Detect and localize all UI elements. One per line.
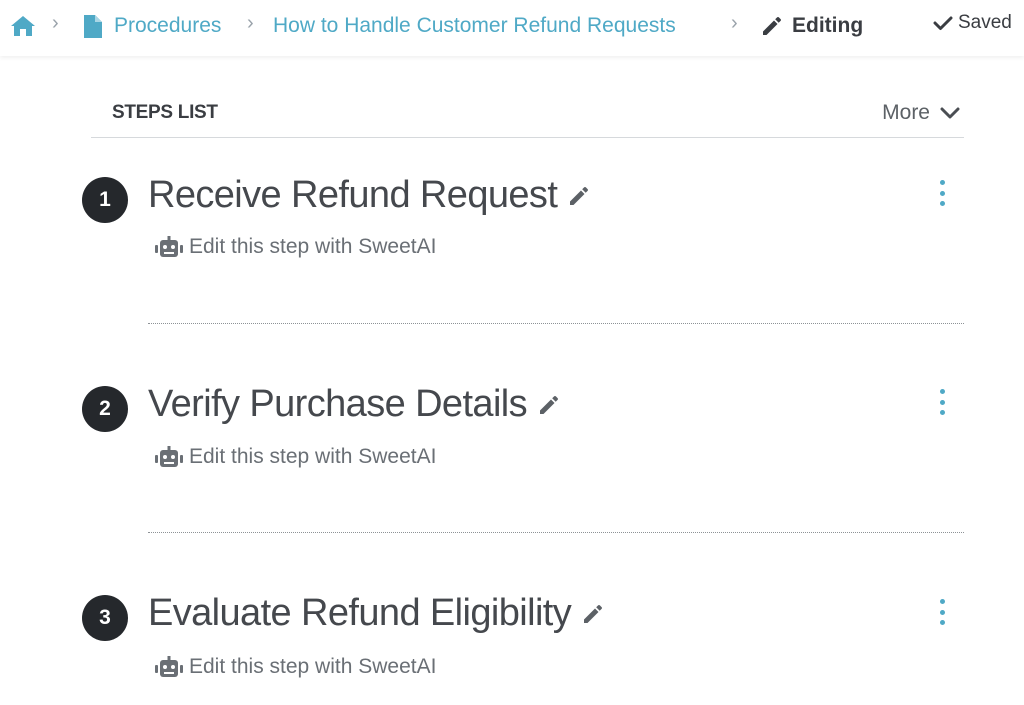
steps-list-title: STEPS LIST bbox=[112, 102, 218, 123]
saved-label: Saved bbox=[958, 12, 1012, 33]
pencil-icon bbox=[763, 17, 781, 35]
home-link[interactable] bbox=[10, 11, 36, 41]
edit-with-sweetai-label: Edit this step with SweetAI bbox=[189, 445, 437, 468]
steps-list-header: STEPS LIST More bbox=[91, 88, 964, 138]
edit-with-sweetai-link[interactable]: Edit this step with SweetAI bbox=[155, 235, 436, 259]
document-icon bbox=[84, 14, 102, 38]
top-bar: › Procedures › How to Handle Customer Re… bbox=[0, 0, 1024, 56]
breadcrumb-separator: › bbox=[247, 12, 254, 34]
edit-with-sweetai-label: Edit this step with SweetAI bbox=[189, 235, 437, 258]
more-dropdown[interactable]: More bbox=[882, 101, 960, 125]
breadcrumb-separator: › bbox=[52, 12, 59, 34]
step-title-row[interactable]: Receive Refund Request bbox=[148, 174, 591, 217]
step-divider bbox=[148, 323, 964, 324]
robot-icon bbox=[155, 446, 183, 467]
home-icon bbox=[11, 16, 35, 36]
breadcrumb-procedures-label: Procedures bbox=[114, 14, 222, 37]
chevron-down-icon bbox=[940, 107, 960, 119]
breadcrumb-procedure-title-label: How to Handle Customer Refund Requests bbox=[273, 14, 676, 37]
step-title-row[interactable]: Verify Purchase Details bbox=[148, 383, 561, 426]
saved-status: Saved bbox=[933, 12, 1012, 34]
step-number-badge: 3 bbox=[82, 595, 128, 641]
breadcrumb-separator: › bbox=[731, 12, 738, 34]
edit-pencil-icon[interactable] bbox=[537, 393, 561, 417]
robot-icon bbox=[155, 656, 183, 677]
step-menu-kebab-icon[interactable] bbox=[934, 389, 950, 415]
step-title[interactable]: Evaluate Refund Eligibility bbox=[148, 592, 572, 635]
step-number-badge: 1 bbox=[82, 177, 128, 223]
step-title[interactable]: Receive Refund Request bbox=[148, 174, 558, 217]
breadcrumb-procedures[interactable]: Procedures bbox=[84, 11, 221, 41]
breadcrumb-procedure-title[interactable]: How to Handle Customer Refund Requests bbox=[273, 11, 676, 41]
edit-pencil-icon[interactable] bbox=[567, 184, 591, 208]
breadcrumb-editing: Editing bbox=[760, 11, 863, 41]
edit-with-sweetai-label: Edit this step with SweetAI bbox=[189, 655, 437, 678]
editing-label: Editing bbox=[792, 14, 864, 37]
robot-icon bbox=[155, 236, 183, 257]
check-icon bbox=[933, 16, 953, 30]
more-label: More bbox=[882, 101, 930, 124]
step-number-badge: 2 bbox=[82, 386, 128, 432]
step-divider bbox=[148, 532, 964, 533]
edit-with-sweetai-link[interactable]: Edit this step with SweetAI bbox=[155, 445, 436, 469]
step-menu-kebab-icon[interactable] bbox=[934, 599, 950, 625]
step-menu-kebab-icon[interactable] bbox=[934, 180, 950, 206]
edit-pencil-icon[interactable] bbox=[581, 602, 605, 626]
edit-with-sweetai-link[interactable]: Edit this step with SweetAI bbox=[155, 655, 436, 679]
step-title-row[interactable]: Evaluate Refund Eligibility bbox=[148, 592, 605, 635]
step-title[interactable]: Verify Purchase Details bbox=[148, 383, 528, 426]
